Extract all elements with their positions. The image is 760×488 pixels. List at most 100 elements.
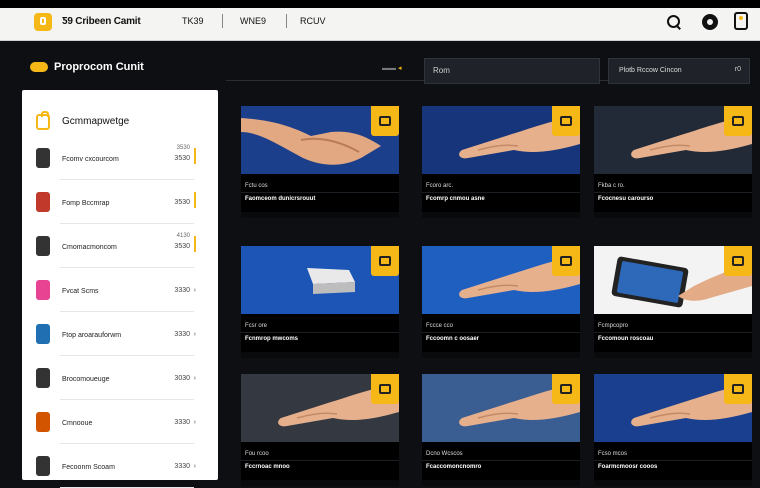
nav-item-1[interactable]: TK39	[182, 16, 204, 26]
sidebar-item-value: 3030	[174, 375, 190, 382]
row-divider	[60, 311, 194, 312]
card-footer	[594, 480, 752, 486]
search-input[interactable]: Rom	[424, 58, 600, 84]
product-card[interactable]: Fou rcoo Fccrnoac mnoo	[241, 374, 399, 486]
bottle-icon	[36, 148, 50, 168]
product-meta: Fkba c ro.	[598, 183, 625, 189]
jar-icon	[36, 192, 50, 212]
sidebar-item[interactable]: Ftop aroarauforwm 3330 ›	[32, 318, 210, 356]
sidebar-item-value: 3330	[174, 463, 190, 470]
product-card[interactable]: Fcoro arc. Fcomrp cnmou asne	[422, 106, 580, 218]
nav-divider	[222, 14, 223, 28]
sidebar-item-value: 3330	[174, 331, 190, 338]
active-indicator	[194, 192, 196, 208]
sidebar-item[interactable]: Cmomacmoncom 4130 3530	[32, 230, 210, 268]
sidebar-item-label: Cmnooue	[62, 420, 93, 427]
badge-icon[interactable]	[371, 246, 399, 276]
product-meta: Fcsr ore	[245, 323, 268, 329]
search-icon[interactable]	[666, 14, 682, 30]
product-card[interactable]: Fkba c ro. Fcocnesu carourso	[594, 106, 752, 218]
product-meta: Dcno Wcscos	[426, 451, 463, 457]
sidebar-item-value: 3530	[174, 155, 190, 162]
card-divider	[422, 192, 580, 193]
badge-icon[interactable]	[552, 246, 580, 276]
product-name: Fcomrp cnmou asne	[426, 196, 485, 202]
sidebar-item-label: Fecoonm Scoam	[62, 464, 115, 471]
badge-icon[interactable]	[552, 374, 580, 404]
filter-label: Plotb Rccow Cincon	[619, 67, 682, 74]
bottle-icon	[36, 236, 50, 256]
nav-item-2[interactable]: WNE9	[240, 16, 266, 26]
badge-icon[interactable]	[724, 374, 752, 404]
profile-icon[interactable]	[734, 12, 748, 30]
product-card[interactable]: Fctu cos Faomceom dunicrsrouut	[241, 106, 399, 218]
product-meta: Fou rcoo	[245, 451, 269, 457]
sidebar-item-label: Fvcat Scms	[62, 288, 99, 295]
product-name: Fcnmrop mwcoms	[245, 336, 299, 342]
sidebar-item-value: 3530	[174, 199, 190, 206]
sidebar-item[interactable]: Fecoonm Scoam 3330 ›	[32, 450, 210, 488]
card-footer	[594, 352, 752, 358]
card-footer	[241, 352, 399, 358]
product-card[interactable]: Fcmpcopro Fccomoun roscoau	[594, 246, 752, 358]
sidebar-item[interactable]: Fvcat Scms 3330 ›	[32, 274, 210, 312]
active-indicator	[194, 236, 196, 252]
section-title: Proprocom Cunit	[54, 61, 144, 73]
sidebar-item-label: Brocomoueuge	[62, 376, 110, 383]
badge-icon[interactable]	[724, 246, 752, 276]
top-bar: Ƽ9 Cribeen Camit TK39 WNE9 RCUV	[0, 0, 760, 41]
chevron-right-icon: ›	[193, 419, 196, 426]
sidebar-item-value: 3330	[174, 287, 190, 294]
card-footer	[241, 480, 399, 486]
row-divider	[60, 355, 194, 356]
product-name: Fccoomn c oosaer	[426, 336, 480, 342]
badge-icon[interactable]	[552, 106, 580, 136]
card-divider	[594, 332, 752, 333]
nav-divider	[286, 14, 287, 28]
card-divider	[422, 332, 580, 333]
product-card[interactable]: Dcno Wcscos Fcaccomoncnomro	[422, 374, 580, 486]
row-divider	[60, 267, 194, 268]
sidebar-item[interactable]: Brocomoueuge 3030 ›	[32, 362, 210, 400]
sidebar-item[interactable]: Fomp Bccmrap 3530	[32, 186, 210, 224]
app-logo-icon[interactable]	[34, 13, 52, 31]
row-divider	[60, 179, 194, 180]
search-value: Rom	[433, 66, 450, 75]
product-card[interactable]: Fcsr ore Fcnmrop mwcoms	[241, 246, 399, 358]
sidebar-item-value: 3330	[174, 419, 190, 426]
product-name: Faomceom dunicrsrouut	[245, 196, 316, 202]
badge-icon[interactable]	[724, 106, 752, 136]
section-icon	[30, 62, 48, 72]
product-name: Fccomoun roscoau	[598, 336, 654, 342]
sidebar-item[interactable]: Cmnooue 3330 ›	[32, 406, 210, 444]
sidebar-item-value: 3530	[174, 243, 190, 250]
product-card[interactable]: Fcso mcos Foarmcmoosr cooos	[594, 374, 752, 486]
sidebar-item-secondary-value: 4130	[176, 233, 190, 239]
card-footer	[241, 212, 399, 218]
product-meta: Fccce cco	[426, 323, 454, 329]
sidebar-item-secondary-value: 3530	[176, 145, 190, 151]
sidebar-item-label: Cmomacmoncom	[62, 244, 117, 251]
filter-dropdown[interactable]: Plotb Rccow Cincon r0	[608, 58, 750, 84]
active-indicator	[194, 148, 196, 164]
card-divider	[241, 192, 399, 193]
frame-icon	[36, 368, 50, 388]
card-footer	[422, 352, 580, 358]
nav-item-3[interactable]: RCUV	[300, 16, 326, 26]
app-title: Ƽ9 Cribeen Camit	[62, 16, 141, 27]
card-divider	[422, 460, 580, 461]
card-footer	[422, 212, 580, 218]
badge-icon[interactable]	[371, 106, 399, 136]
sidebar-item[interactable]: Fcomv cxcourcom 3530 3530	[32, 142, 210, 180]
card-footer	[594, 212, 752, 218]
sidebar-heading: Gcmmapwetge	[62, 116, 130, 127]
row-divider	[60, 443, 194, 444]
collapse-chevron-icon[interactable]: ▬▬ ◂	[382, 64, 401, 72]
product-name: Foarmcmoosr cooos	[598, 464, 658, 470]
product-card[interactable]: Fccce cco Fccoomn c oosaer	[422, 246, 580, 358]
settings-icon[interactable]	[702, 14, 718, 30]
tool-icon	[36, 456, 50, 476]
badge-icon[interactable]	[371, 374, 399, 404]
chevron-right-icon: ›	[193, 331, 196, 338]
card-footer	[422, 480, 580, 486]
